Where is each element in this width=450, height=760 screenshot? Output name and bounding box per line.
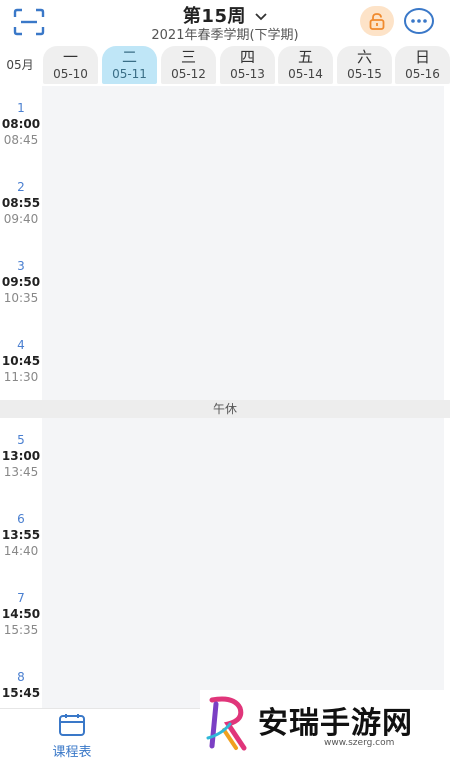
- period-start-time: 08:00: [1, 117, 41, 131]
- course-area[interactable]: [42, 86, 444, 708]
- period-7: 7 14:50 15:35: [0, 590, 42, 638]
- weekday-label: 二: [121, 48, 137, 66]
- period-start-time: 10:45: [1, 354, 41, 368]
- period-1: 1 08:00 08:45: [0, 100, 42, 148]
- period-3: 3 09:50 10:35: [0, 258, 42, 306]
- more-options-icon[interactable]: [403, 6, 435, 36]
- day-header-tue[interactable]: 二 05-11: [102, 46, 157, 84]
- period-column: 1 08:00 08:45 2 08:55 09:40 3 09:50 10:3…: [0, 86, 42, 708]
- period-start-time: 13:55: [1, 528, 41, 542]
- watermark-url: www.szerg.com: [324, 738, 395, 748]
- period-8: 8 15:45: [0, 669, 42, 701]
- chevron-down-icon[interactable]: [255, 6, 267, 25]
- date-label: 05-10: [53, 67, 88, 81]
- date-label: 05-13: [230, 67, 265, 81]
- period-start-time: 13:00: [1, 449, 41, 463]
- site-watermark: 安瑞手游网 www.szerg.com: [200, 690, 450, 756]
- period-end-time: 11:30: [3, 370, 39, 384]
- day-header-row: 05月 一 05-10 二 05-11 三 05-12 四 05-13 五 05…: [0, 46, 450, 86]
- weekday-label: 四: [239, 48, 255, 66]
- period-end-time: 09:40: [3, 212, 39, 226]
- period-end-time: 13:45: [3, 465, 39, 479]
- period-start-time: 15:45: [1, 686, 41, 700]
- date-label: 05-16: [405, 67, 440, 81]
- date-label: 05-12: [171, 67, 206, 81]
- day-header-fri[interactable]: 五 05-14: [278, 46, 333, 84]
- period-number: 2: [17, 180, 25, 194]
- period-end-time: 15:35: [3, 623, 39, 637]
- day-header-sat[interactable]: 六 05-15: [337, 46, 392, 84]
- period-4: 4 10:45 11:30: [0, 337, 42, 385]
- period-number: 5: [17, 433, 25, 447]
- period-number: 3: [17, 259, 25, 273]
- period-number: 4: [17, 338, 25, 352]
- watermark-text: 安瑞手游网: [258, 706, 413, 741]
- period-start-time: 08:55: [1, 196, 41, 210]
- weekday-label: 日: [414, 48, 430, 66]
- period-end-time: 10:35: [3, 291, 39, 305]
- month-label: 05月: [6, 58, 34, 72]
- period-start-time: 09:50: [1, 275, 41, 289]
- day-header-mon[interactable]: 一 05-10: [43, 46, 98, 84]
- weekday-label: 三: [180, 48, 196, 66]
- tab-schedule[interactable]: 课程表: [30, 713, 114, 760]
- lock-icon[interactable]: [360, 6, 394, 36]
- weekday-label: 一: [62, 48, 78, 66]
- calendar-icon: [57, 714, 87, 741]
- period-number: 8: [17, 670, 25, 684]
- period-number: 6: [17, 512, 25, 526]
- period-number: 7: [17, 591, 25, 605]
- period-number: 1: [17, 101, 25, 115]
- weekday-label: 六: [356, 48, 372, 66]
- date-label: 05-11: [112, 67, 147, 81]
- period-end-time: 14:40: [3, 544, 39, 558]
- day-header-wed[interactable]: 三 05-12: [161, 46, 216, 84]
- date-label: 05-14: [288, 67, 323, 81]
- site-logo-icon: [204, 694, 254, 756]
- tab-schedule-label: 课程表: [52, 745, 92, 760]
- day-header-sun[interactable]: 日 05-16: [395, 46, 450, 84]
- lunch-break-row: 午休: [0, 400, 450, 418]
- period-6: 6 13:55 14:40: [0, 511, 42, 559]
- top-bar: 第15周 2021年春季学期(下学期): [0, 0, 450, 46]
- weekday-label: 五: [297, 48, 313, 66]
- period-start-time: 14:50: [1, 607, 41, 621]
- period-end-time: 08:45: [3, 133, 39, 147]
- period-5: 5 13:00 13:45: [0, 432, 42, 480]
- timetable-grid: 1 08:00 08:45 2 08:55 09:40 3 09:50 10:3…: [0, 86, 450, 708]
- period-2: 2 08:55 09:40: [0, 179, 42, 227]
- date-label: 05-15: [347, 67, 382, 81]
- day-header-thu[interactable]: 四 05-13: [220, 46, 275, 84]
